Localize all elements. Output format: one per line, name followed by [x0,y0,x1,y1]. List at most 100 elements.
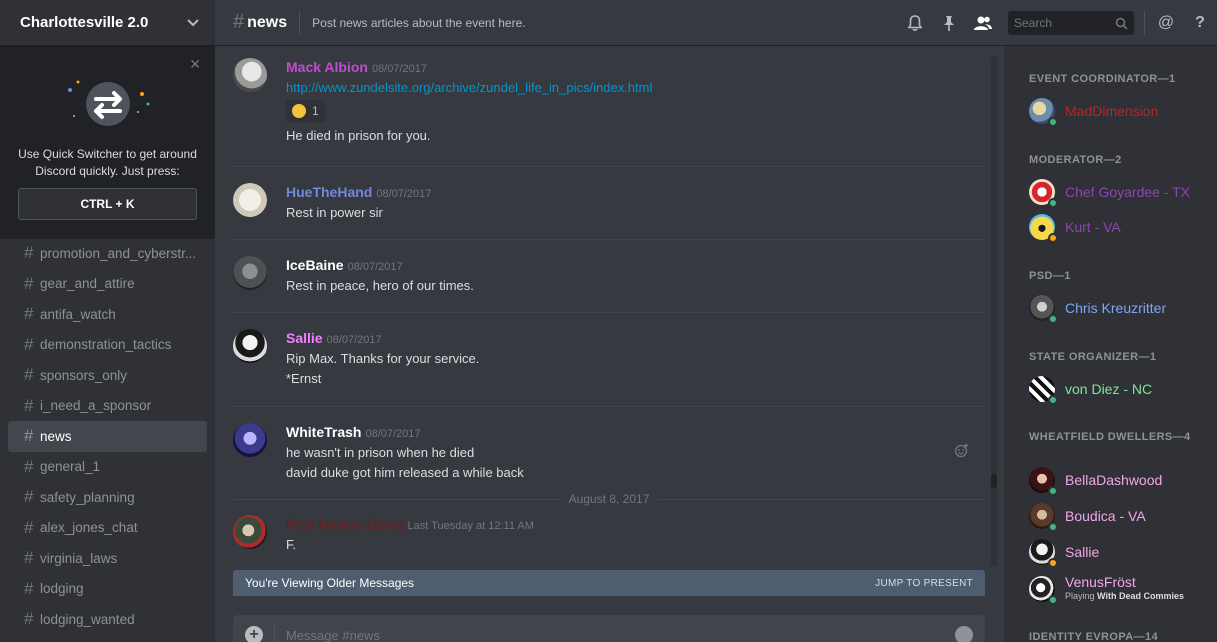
channel-label: virginia_laws [40,550,118,566]
member-text: VenusFröst Playing With Dead Commies [1065,575,1184,603]
members-icon[interactable] [966,15,1000,31]
add-reaction-icon[interactable] [954,443,969,463]
message-composer[interactable]: + Message #news [233,615,985,642]
message-body: HueTheHand 08/07/2017 Rest in power sir [286,183,985,223]
avatar [1029,295,1058,324]
member-item[interactable]: Kurt - VA [1029,212,1209,243]
crying-emoji-icon [292,104,306,118]
message-input[interactable]: Message #news [286,628,955,642]
bell-icon[interactable] [898,14,932,32]
search-icon [1115,17,1128,30]
status-indicator [1048,314,1058,324]
member-item[interactable]: BellaDashwood [1029,465,1209,496]
toolbar-divider [1144,11,1145,35]
upload-plus-icon[interactable]: + [245,626,263,642]
search-placeholder: Search [1014,16,1053,30]
hash-icon: # [24,609,34,629]
channel-item-promotion[interactable]: # promotion_and_cyberstr... [8,238,207,269]
avatar[interactable] [233,256,267,290]
message-author[interactable]: Mack Albion [286,59,368,75]
server-header[interactable]: Charlottesville 2.0 [0,0,215,46]
mention-icon[interactable]: @ [1149,14,1183,32]
member-item[interactable]: Boudica - VA [1029,501,1209,532]
message-body: Mack Albion 08/07/2017 http://www.zundels… [286,58,985,146]
message-text: Rest in peace, hero of our times. [286,278,474,293]
quick-switcher-text: Use Quick Switcher to get around Discord… [18,147,197,178]
message-body: IceBaine 08/07/2017 Rest in peace, hero o… [286,256,985,296]
member-item[interactable]: von Diez - NC [1029,374,1209,405]
channel-label: lodging [40,581,84,597]
message-text: F. [286,537,297,552]
channel-item-demonstration-tactics[interactable]: # demonstration_tactics [8,330,207,361]
status-indicator [1048,522,1058,532]
shortcut-key: CTRL + K [18,188,197,220]
message-link[interactable]: http://www.zundelsite.org/archive/zundel… [286,78,985,98]
member-item[interactable]: VenusFröst Playing With Dead Commies [1029,572,1209,606]
avatar [1029,539,1058,568]
chat-area: # news Post news articles about the even… [215,0,1217,642]
message: IceBaine 08/07/2017 Rest in peace, hero o… [233,256,985,296]
channel-item-lodging[interactable]: # lodging [8,574,207,605]
hash-icon: # [24,487,34,507]
hash-icon: # [233,11,245,33]
avatar[interactable] [233,58,267,92]
channel-item-news[interactable]: # news [8,421,207,452]
channel-item-general-1[interactable]: # general_1 [8,452,207,483]
avatar[interactable] [233,423,267,457]
member-item[interactable]: MadDimension [1029,96,1209,127]
close-icon[interactable]: ✕ [189,56,201,73]
channel-item-alex-jones-chat[interactable]: # alex_jones_chat [8,513,207,544]
chevron-down-icon[interactable] [187,18,199,27]
avatar[interactable] [233,183,267,217]
hash-icon: # [24,426,34,446]
hash-icon: # [24,517,34,537]
hash-icon: # [24,578,34,598]
scrollbar-thumb[interactable] [991,474,997,488]
message-author[interactable]: WhiteTrash [286,424,361,440]
member-group-title: EVENT COORDINATOR—1 [1029,73,1176,85]
hash-icon: # [24,243,34,263]
channel-topic[interactable]: Post news articles about the event here. [312,16,525,30]
emoji-picker-icon[interactable] [955,626,973,642]
member-name: Kurt - VA [1065,219,1121,235]
discord-window: Charlottesville 2.0 ✕ Use Quick Switcher… [0,0,1217,642]
message-author[interactable]: HueTheHand [286,184,372,200]
channel-label: antifa_watch [40,306,116,322]
message-author[interactable]: Real Human Being [286,516,404,532]
member-item[interactable]: Sallie [1029,537,1209,568]
channel-label: gear_and_attire [40,276,135,292]
hash-icon: # [24,395,34,415]
date-divider: August 8, 2017 [233,492,986,506]
member-name: VenusFröst [1065,574,1136,590]
activity-name: With Dead Commies [1097,591,1184,601]
message-timestamp: 08/07/2017 [376,188,432,200]
message-author[interactable]: Sallie [286,330,323,346]
avatar[interactable] [233,329,267,363]
channel-label: alex_jones_chat [40,520,138,536]
channel-label: demonstration_tactics [40,337,172,353]
channel-label: news [40,428,72,444]
channel-item-virginia-laws[interactable]: # virginia_laws [8,543,207,574]
message-author[interactable]: IceBaine [286,257,344,273]
channel-item-lodging-wanted[interactable]: # lodging_wanted [8,604,207,635]
search-input[interactable]: Search [1008,11,1134,35]
jump-to-present-button[interactable]: JUMP TO PRESENT [875,578,973,589]
message-timestamp: 08/07/2017 [371,63,427,75]
pin-icon[interactable] [932,15,966,32]
message-separator [233,239,985,240]
reaction-button[interactable]: 1 [286,100,325,122]
member-item[interactable]: Chef Goyardee - TX [1029,177,1209,208]
channel-item-sponsors-only[interactable]: # sponsors_only [8,360,207,391]
channel-label: sponsors_only [40,367,128,383]
channel-item-antifa-watch[interactable]: # antifa_watch [8,299,207,330]
avatar[interactable] [233,515,267,549]
channel-item-i-need-a-sponsor[interactable]: # i_need_a_sponsor [8,391,207,422]
help-icon[interactable]: ? [1183,14,1217,32]
hash-icon: # [24,365,34,385]
channel-item-gear-and-attire[interactable]: # gear_and_attire [8,269,207,300]
member-name: von Diez - NC [1065,381,1153,397]
channel-item-safety-planning[interactable]: # safety_planning [8,482,207,513]
scrollbar-track[interactable] [991,56,997,566]
member-name: Boudica - VA [1065,508,1146,524]
member-item[interactable]: Chris Kreuzritter [1029,293,1209,324]
